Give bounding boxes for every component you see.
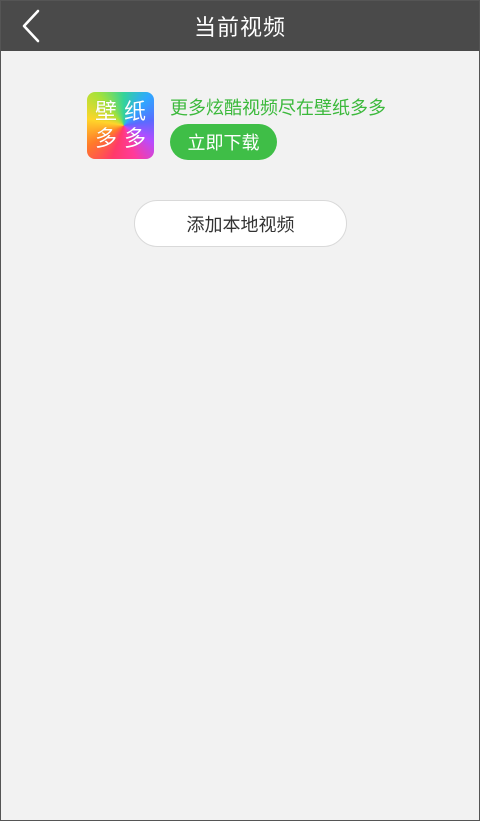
back-button[interactable] <box>13 6 49 46</box>
download-now-button[interactable]: 立即下载 <box>170 124 277 160</box>
add-local-video-button[interactable]: 添加本地视频 <box>134 200 347 247</box>
app-logo-icon[interactable]: 壁 纸 多 多 <box>87 92 154 159</box>
screen: 当前视频 壁 纸 多 多 更多炫酷视频尽在壁纸多多 立即下载 添加本地视频 <box>0 0 480 821</box>
app-logo-char: 纸 <box>124 100 147 125</box>
title-bar: 当前视频 <box>1 1 479 51</box>
promo-banner: 壁 纸 多 多 更多炫酷视频尽在壁纸多多 立即下载 <box>87 92 407 160</box>
app-logo-char: 多 <box>124 127 147 152</box>
promo-text: 更多炫酷视频尽在壁纸多多 <box>170 98 386 119</box>
app-logo-char: 多 <box>95 127 118 152</box>
page-title: 当前视频 <box>193 16 286 41</box>
chevron-left-icon <box>22 9 40 43</box>
app-logo-char: 壁 <box>95 100 118 125</box>
